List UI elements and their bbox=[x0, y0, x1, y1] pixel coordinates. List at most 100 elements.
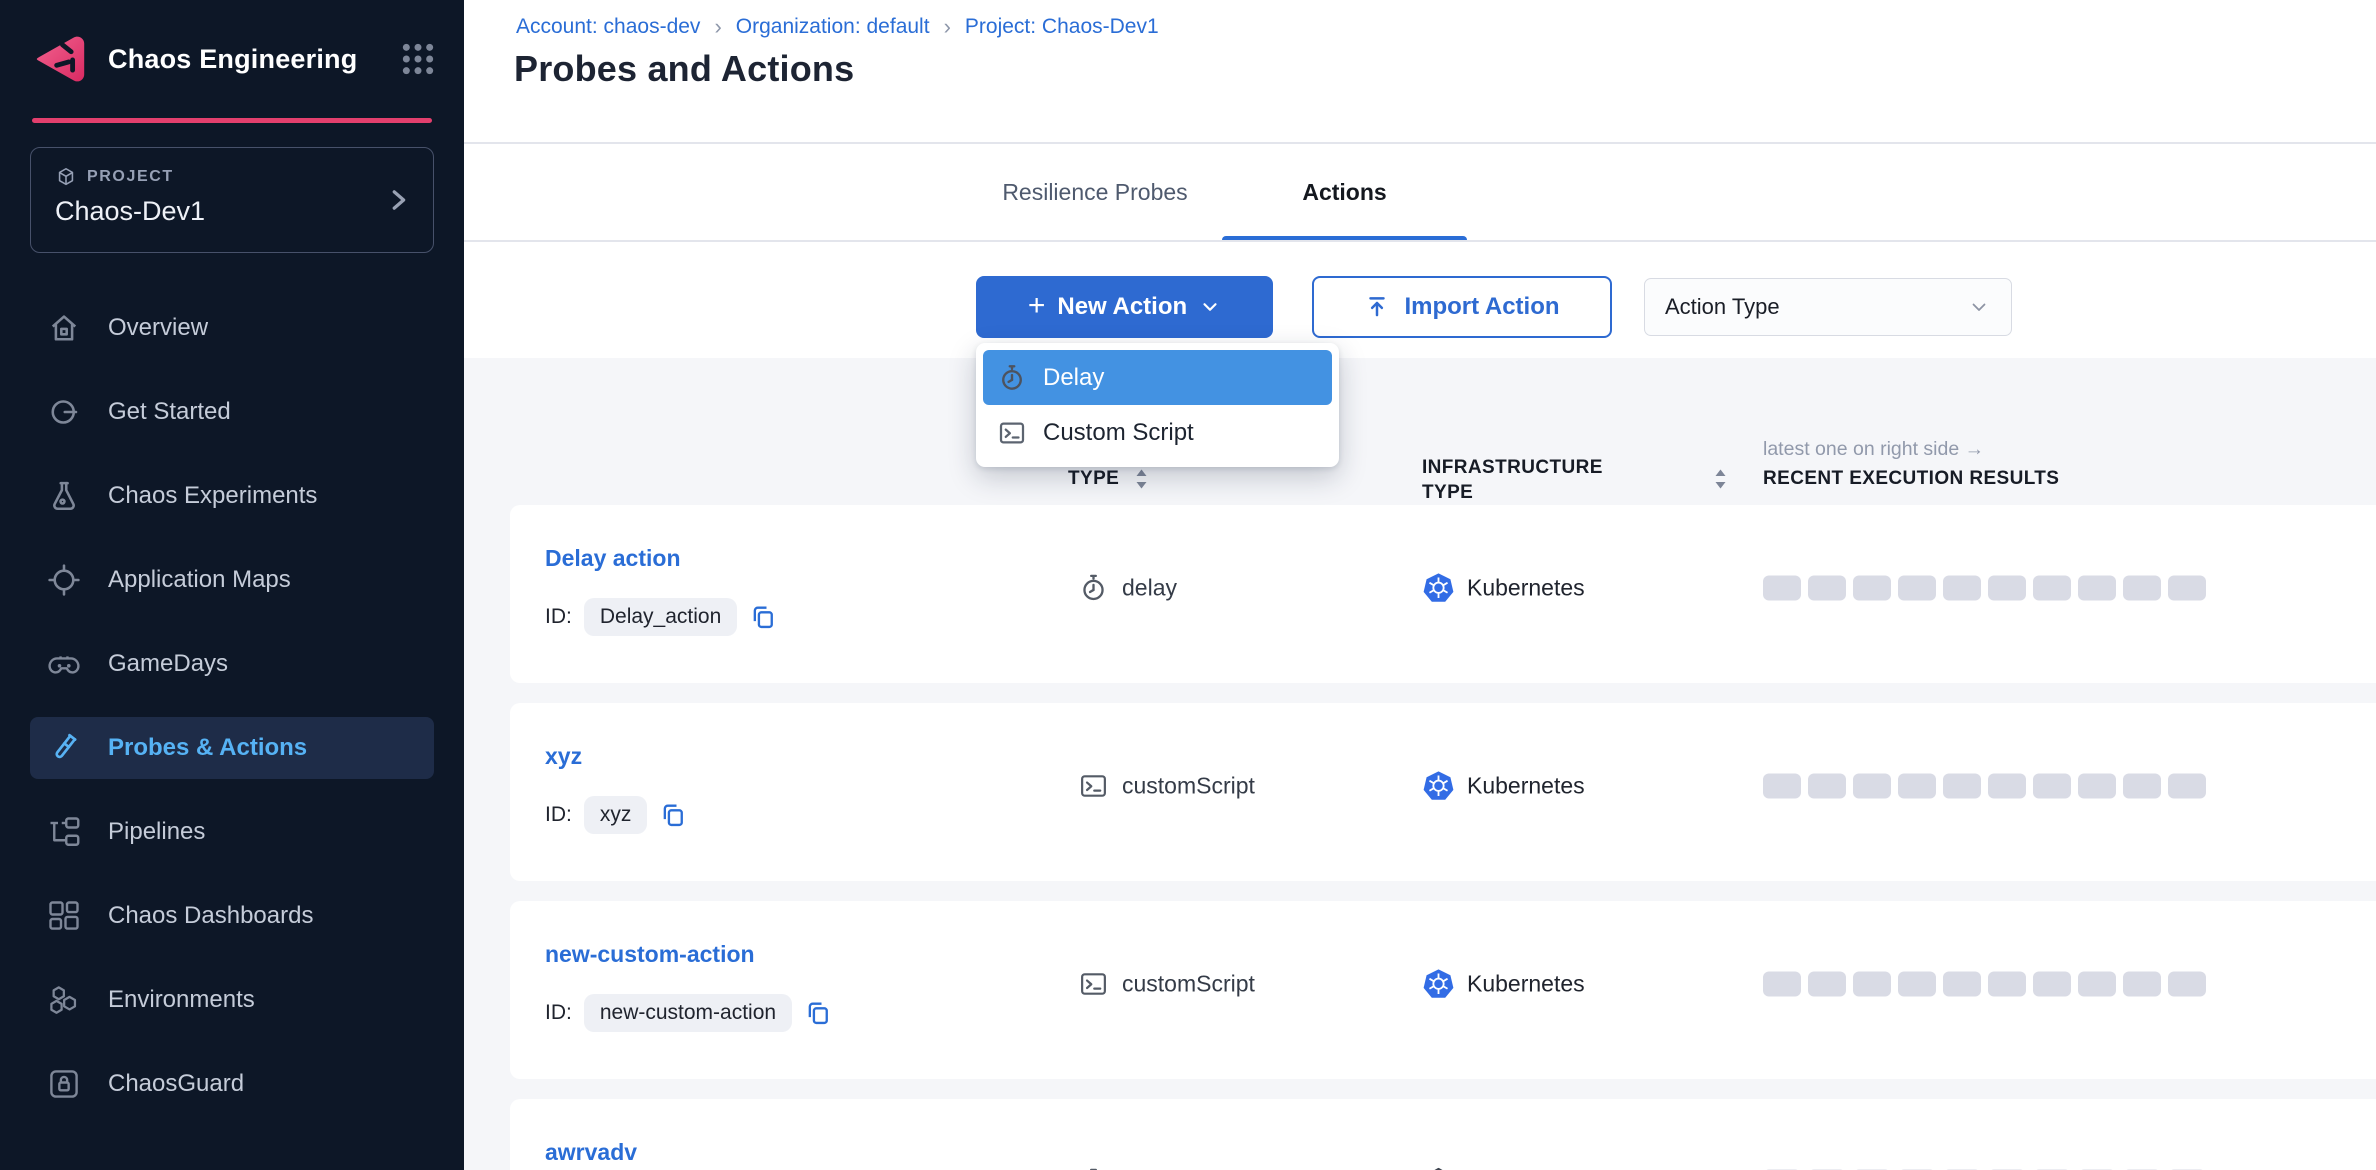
execution-result-placeholder bbox=[1763, 576, 1801, 601]
gamepad-icon bbox=[46, 646, 82, 682]
stopwatch-icon bbox=[1078, 573, 1109, 604]
execution-result-placeholder bbox=[1808, 774, 1846, 799]
menu-item-delay[interactable]: Delay bbox=[983, 350, 1332, 405]
menu-item-custom-script[interactable]: Custom Script bbox=[983, 405, 1332, 460]
action-name-link[interactable]: awrvadv bbox=[545, 1139, 637, 1166]
harness-chaos-logo-icon bbox=[30, 30, 92, 88]
execution-result-placeholder bbox=[1808, 576, 1846, 601]
action-row: xyz ID: xyz customScript Kubernetes bbox=[510, 703, 2376, 881]
action-row: Delay action ID: Delay_action delay Kube… bbox=[510, 505, 2376, 683]
execution-result-placeholder bbox=[1988, 774, 2026, 799]
id-label: ID: bbox=[545, 605, 572, 629]
action-name-link[interactable]: new-custom-action bbox=[545, 941, 755, 968]
hexagons-icon bbox=[46, 982, 82, 1018]
breadcrumb-organization-link[interactable]: Organization: default bbox=[736, 15, 930, 39]
breadcrumb: Account: chaos-dev › Organization: defau… bbox=[516, 14, 1159, 40]
action-row: new-custom-action ID: new-custom-action … bbox=[510, 901, 2376, 1079]
dashboard-icon bbox=[46, 898, 82, 934]
project-selector[interactable]: PROJECT Chaos-Dev1 bbox=[30, 147, 434, 253]
plus-icon: + bbox=[1028, 289, 1046, 323]
execution-result-placeholder bbox=[1943, 774, 1981, 799]
execution-result-placeholder bbox=[2168, 774, 2206, 799]
breadcrumb-account-link[interactable]: Account: chaos-dev bbox=[516, 15, 700, 39]
chevron-right-icon bbox=[383, 185, 413, 215]
sidebar-item-application-maps[interactable]: Application Maps bbox=[30, 549, 434, 611]
action-type-text: customScript bbox=[1122, 773, 1255, 800]
execution-result-placeholder bbox=[2123, 576, 2161, 601]
import-action-label: Import Action bbox=[1404, 293, 1559, 321]
execution-result-placeholder bbox=[1898, 972, 1936, 997]
actions-list-region: TYPE INFRASTRUCTURE TYPE latest one on r… bbox=[464, 358, 2376, 1170]
execution-result-placeholder bbox=[2078, 576, 2116, 601]
import-action-button[interactable]: Import Action bbox=[1312, 276, 1612, 338]
action-name-link[interactable]: xyz bbox=[545, 743, 582, 770]
shield-lock-icon bbox=[46, 1066, 82, 1102]
action-id-line: ID: Delay_action bbox=[545, 597, 777, 637]
breadcrumb-separator: › bbox=[944, 14, 951, 40]
sidebar-item-chaos-experiments[interactable]: Chaos Experiments bbox=[30, 465, 434, 527]
execution-result-placeholder bbox=[1988, 972, 2026, 997]
test-tube-icon bbox=[46, 730, 82, 766]
copy-icon[interactable] bbox=[804, 999, 832, 1027]
breadcrumb-project-link[interactable]: Project: Chaos-Dev1 bbox=[965, 15, 1159, 39]
execution-result-placeholder bbox=[2168, 972, 2206, 997]
menu-item-label: Custom Script bbox=[1043, 419, 1194, 447]
copy-icon[interactable] bbox=[749, 603, 777, 631]
execution-result-placeholder bbox=[1898, 576, 1936, 601]
tab-resilience-probes[interactable]: Resilience Probes bbox=[980, 168, 1210, 216]
project-label: PROJECT bbox=[87, 168, 174, 186]
execution-result-placeholder bbox=[2078, 774, 2116, 799]
sidebar-item-pipelines[interactable]: Pipelines bbox=[30, 801, 434, 863]
linux-icon bbox=[1423, 1167, 1454, 1170]
execution-result-placeholder bbox=[1853, 576, 1891, 601]
action-type-cell: delay bbox=[1078, 573, 1177, 604]
action-type-value: Action Type bbox=[1665, 294, 1780, 320]
stopwatch-icon bbox=[997, 363, 1027, 393]
breadcrumb-separator: › bbox=[714, 14, 721, 40]
action-id-value: new-custom-action bbox=[584, 994, 792, 1032]
brand-header: Chaos Engineering bbox=[0, 0, 464, 112]
execution-result-placeholder bbox=[1898, 774, 1936, 799]
execution-result-placeholder bbox=[2033, 972, 2071, 997]
sidebar: Chaos Engineering PROJECT Chaos-Dev1 bbox=[0, 0, 464, 1170]
tab-actions[interactable]: Actions bbox=[1222, 168, 1467, 216]
sidebar-item-chaosguard[interactable]: ChaosGuard bbox=[30, 1053, 434, 1115]
cube-icon bbox=[55, 166, 77, 188]
chevron-down-icon bbox=[1199, 296, 1221, 318]
action-type-select[interactable]: Action Type bbox=[1644, 278, 2012, 336]
execution-result-placeholder bbox=[1853, 972, 1891, 997]
execution-result-placeholder bbox=[1763, 774, 1801, 799]
app-switcher-icon[interactable] bbox=[398, 39, 438, 79]
brand-divider bbox=[32, 118, 432, 123]
sidebar-item-overview[interactable]: Overview bbox=[30, 297, 434, 359]
terminal-icon bbox=[1078, 969, 1109, 1000]
target-icon bbox=[46, 562, 82, 598]
action-type-text: delay bbox=[1122, 575, 1177, 602]
sidebar-item-environments[interactable]: Environments bbox=[30, 969, 434, 1031]
sidebar-item-get-started[interactable]: Get Started bbox=[30, 381, 434, 443]
action-name-link[interactable]: Delay action bbox=[545, 545, 681, 572]
pipeline-icon bbox=[46, 814, 82, 850]
recent-execution-results bbox=[1763, 972, 2206, 997]
tabbar-divider bbox=[464, 240, 2376, 242]
flask-icon bbox=[46, 478, 82, 514]
new-action-label: New Action bbox=[1057, 293, 1187, 321]
execution-result-placeholder bbox=[1988, 576, 2026, 601]
infrastructure-text: Kubernetes bbox=[1467, 575, 1585, 602]
kubernetes-icon bbox=[1423, 771, 1454, 802]
copy-icon[interactable] bbox=[659, 801, 687, 829]
action-id-value: xyz bbox=[584, 796, 648, 834]
import-icon bbox=[1364, 294, 1390, 320]
execution-result-placeholder bbox=[1943, 972, 1981, 997]
infrastructure-cell: Kubernetes bbox=[1423, 771, 1585, 802]
sidebar-item-gamedays[interactable]: GameDays bbox=[30, 633, 434, 695]
id-label: ID: bbox=[545, 1001, 572, 1025]
sidebar-item-chaos-dashboards[interactable]: Chaos Dashboards bbox=[30, 885, 434, 947]
infrastructure-cell: Kubernetes bbox=[1423, 573, 1585, 604]
action-id-value: Delay_action bbox=[584, 598, 737, 636]
new-action-button[interactable]: + New Action bbox=[976, 276, 1273, 338]
execution-result-placeholder bbox=[1763, 972, 1801, 997]
new-action-menu: Delay Custom Script bbox=[976, 343, 1339, 467]
sidebar-item-probes-actions[interactable]: Probes & Actions bbox=[30, 717, 434, 779]
execution-result-placeholder bbox=[1853, 774, 1891, 799]
